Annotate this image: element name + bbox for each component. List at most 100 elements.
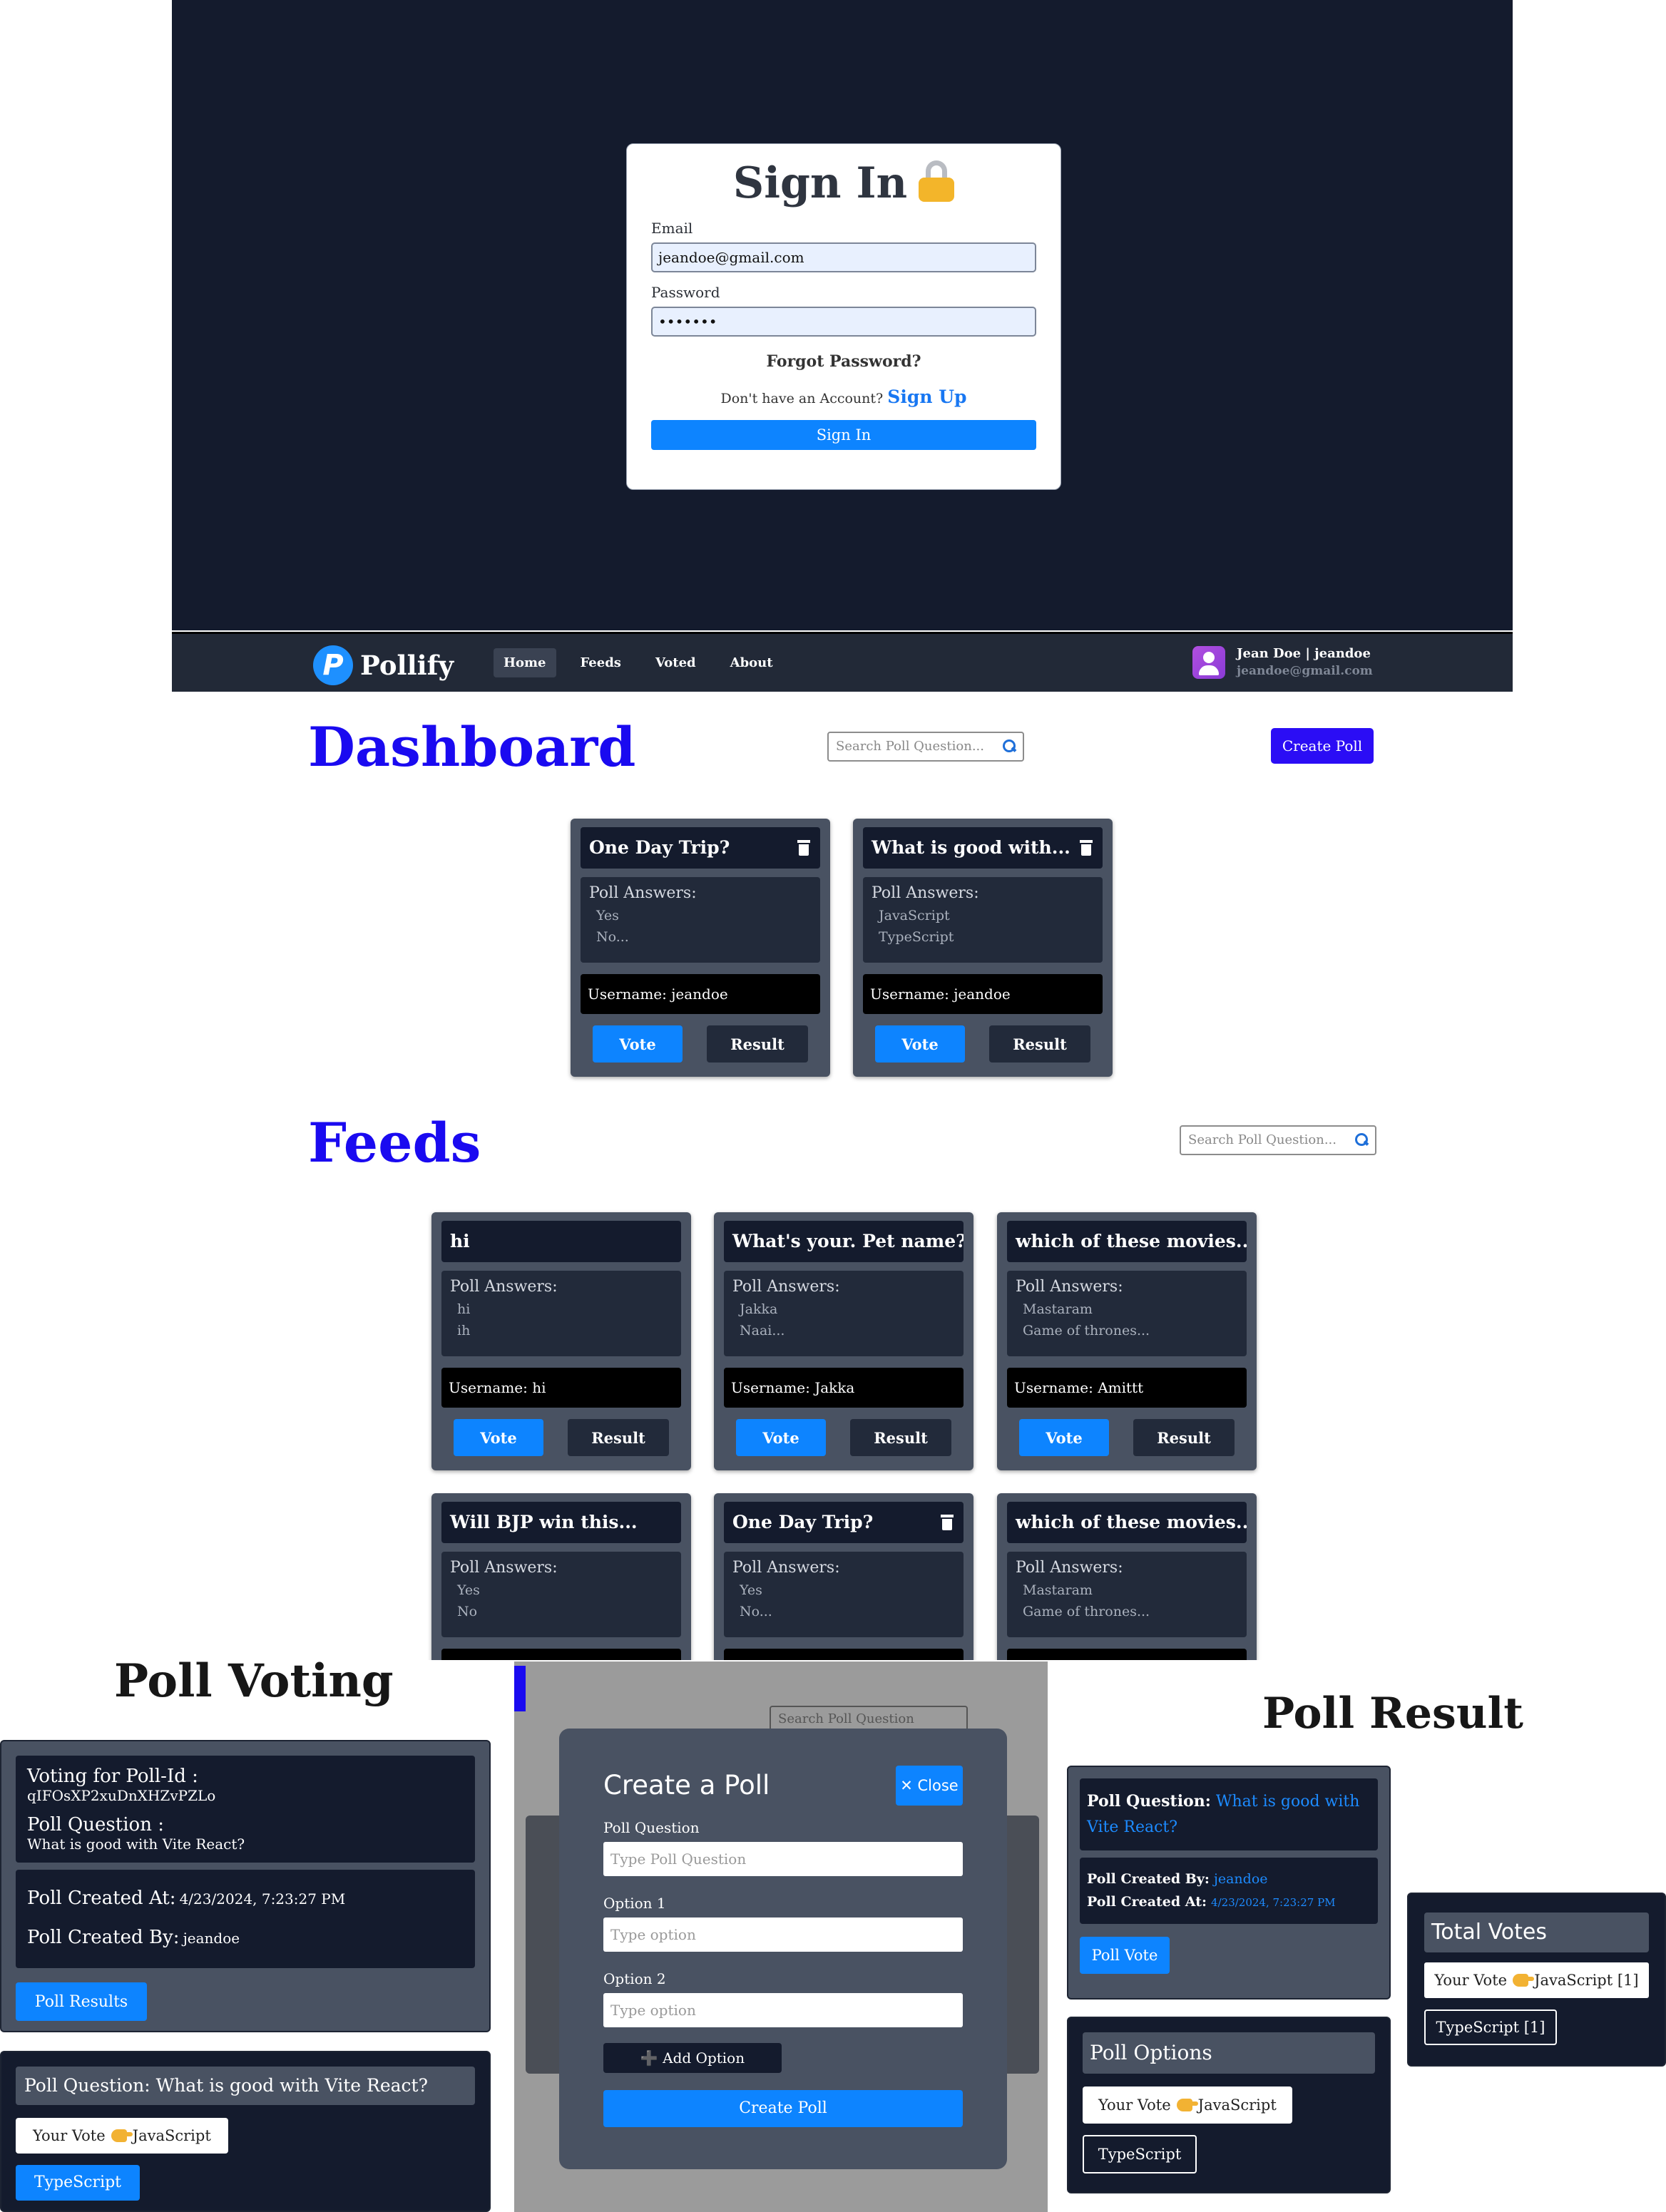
close-button[interactable]: ✕ Close <box>896 1766 963 1806</box>
poll-id-value: qIFOsXP2xuDnXHZvPZLo <box>27 1787 216 1804</box>
nav-links: Home Feeds Voted About <box>494 648 783 677</box>
poll-card-actions: Vote Result <box>581 1025 820 1063</box>
feeds-search-input[interactable]: Search Poll Question... <box>1180 1125 1376 1155</box>
option-1-label: Option 1 <box>603 1895 666 1912</box>
voted-option-label: JavaScript <box>1197 2096 1277 2114</box>
poll-card-header: which of these movies... <box>1007 1502 1247 1543</box>
nav-about[interactable]: About <box>720 648 783 677</box>
add-option-button[interactable]: ➕ Add Option <box>603 2043 782 2073</box>
result-button[interactable]: Result <box>707 1025 808 1063</box>
dashboard-search-input[interactable]: Search Poll Question... <box>827 732 1024 762</box>
nav-voted[interactable]: Voted <box>645 648 706 677</box>
poll-answer: Yes <box>740 1582 762 1598</box>
poll-results-button[interactable]: Poll Results <box>16 1982 147 2021</box>
poll-answers: Poll Answers: Yes No <box>441 1552 681 1637</box>
option-button[interactable]: TypeScript <box>1083 2135 1197 2173</box>
navbar: P Pollify Home Feeds Voted About Jean Do… <box>172 632 1513 692</box>
poll-answers-title: Poll Answers: <box>589 884 697 902</box>
poll-username: Username: Jakka <box>724 1368 964 1408</box>
poll-answer: No... <box>596 929 629 945</box>
feeds-row-2: Will BJP win this... Poll Answers: Yes N… <box>0 1493 1666 1660</box>
poll-card-actions: Vote Result <box>1007 1419 1247 1456</box>
created-by-value: jeandoe <box>183 1930 240 1947</box>
forgot-password-link[interactable]: Forgot Password? <box>651 352 1036 371</box>
option-2-input[interactable]: Type option <box>603 1993 963 2027</box>
voted-option[interactable]: Your Vote JavaScript <box>16 2118 228 2154</box>
nav-home[interactable]: Home <box>494 648 556 677</box>
poll-card: which of these movies... Poll Answers: M… <box>997 1493 1257 1660</box>
vote-button[interactable]: Vote <box>1019 1419 1109 1456</box>
your-vote-label: Your Vote <box>1434 1972 1508 1989</box>
vote-button[interactable]: Vote <box>454 1419 543 1456</box>
signin-button[interactable]: Sign In <box>651 420 1036 450</box>
pollify-logo-icon: P <box>313 645 353 685</box>
vote-count: TypeScript [1] <box>1424 2009 1557 2045</box>
created-by-label: Poll Created By: <box>27 1927 180 1948</box>
poll-card-header: One Day Trip? <box>581 827 820 869</box>
pointing-hand-icon <box>1513 1974 1535 1987</box>
search-placeholder: Search Poll Question... <box>1188 1132 1337 1147</box>
signup-link[interactable]: Sign Up <box>887 386 966 407</box>
vote-count-label: JavaScript [1] <box>1534 1972 1639 1989</box>
poll-question-strip: Poll Question: What is good with Vite Re… <box>16 2067 475 2105</box>
poll-username: Username: hi <box>441 1368 681 1408</box>
poll-question: What is good with... <box>872 837 1070 858</box>
user-menu[interactable]: Jean Doe | jeandoe jeandoe@gmail.com <box>1192 645 1373 680</box>
poll-answers: Poll Answers: Jakka Naai... <box>724 1271 964 1356</box>
user-email: jeandoe@gmail.com <box>1237 664 1373 678</box>
vote-option-button[interactable]: TypeScript <box>16 2165 140 2201</box>
result-button[interactable]: Result <box>1133 1419 1235 1456</box>
poll-answer: JavaScript <box>879 908 950 923</box>
poll-answer: hi <box>457 1301 471 1317</box>
email-field[interactable]: jeandoe@gmail.com <box>651 242 1036 272</box>
poll-question-input[interactable]: Type Poll Question <box>603 1842 963 1876</box>
poll-card: One Day Trip? Poll Answers: Yes No... Us… <box>571 819 830 1077</box>
poll-answers-title: Poll Answers: <box>732 1278 840 1296</box>
result-button[interactable]: Result <box>568 1419 669 1456</box>
poll-voting-title: Poll Voting <box>114 1654 394 1708</box>
result-button[interactable]: Result <box>989 1025 1090 1063</box>
brand-logo[interactable]: P Pollify <box>313 645 454 685</box>
poll-card-header: hi <box>441 1221 681 1262</box>
poll-vote-button[interactable]: Poll Vote <box>1080 1937 1170 1974</box>
no-account-text: Don't have an Account? <box>720 391 884 406</box>
trash-icon[interactable] <box>1080 840 1093 856</box>
password-label: Password <box>651 284 720 301</box>
poll-answer: Game of thrones... <box>1023 1604 1150 1619</box>
poll-options-panel: Poll Options Your Vote JavaScript TypeScr… <box>1067 2017 1391 2193</box>
poll-card-header: What is good with... <box>863 827 1103 869</box>
poll-card: What's your. Pet name? Poll Answers: Jak… <box>714 1212 973 1470</box>
nav-feeds[interactable]: Feeds <box>571 648 631 677</box>
total-votes-title: Total Votes <box>1424 1913 1649 1952</box>
poll-answers-title: Poll Answers: <box>732 1559 840 1577</box>
poll-answers: Poll Answers: Mastaram Game of thrones..… <box>1007 1552 1247 1637</box>
search-icon <box>1355 1133 1368 1146</box>
result-meta-box: Poll Created By: jeandoe Poll Created At… <box>1080 1858 1378 1924</box>
option-1-input[interactable]: Type option <box>603 1917 963 1952</box>
poll-card: which of these movies... Poll Answers: M… <box>997 1212 1257 1470</box>
your-vote-label: Your Vote <box>33 2127 106 2144</box>
poll-question: One Day Trip? <box>732 1512 874 1532</box>
poll-answers-title: Poll Answers: <box>872 884 979 902</box>
create-poll-button[interactable]: Create Poll <box>1271 728 1374 764</box>
vote-button[interactable]: Vote <box>875 1025 965 1063</box>
poll-card-actions: Vote Result <box>724 1419 964 1456</box>
poll-info-box: Voting for Poll-Id : qIFOsXP2xuDnXHZvPZL… <box>16 1756 475 1863</box>
modal-create-poll-button[interactable]: Create Poll <box>603 2090 963 2127</box>
vote-button[interactable]: Vote <box>736 1419 826 1456</box>
vote-button[interactable]: Vote <box>593 1025 683 1063</box>
voted-option-label: JavaScript <box>132 2127 211 2144</box>
result-created-by-label: Poll Created By: <box>1087 1871 1210 1887</box>
poll-answers-title: Poll Answers: <box>450 1278 558 1296</box>
result-button[interactable]: Result <box>850 1419 951 1456</box>
trash-icon[interactable] <box>941 1515 954 1530</box>
user-info: Jean Doe | jeandoe jeandoe@gmail.com <box>1225 645 1373 680</box>
password-field[interactable]: ••••••• <box>651 307 1036 337</box>
result-created-at-label: Poll Created At: <box>1087 1894 1207 1910</box>
poll-card: One Day Trip? Poll Answers: Yes No... <box>714 1493 973 1660</box>
trash-icon[interactable] <box>797 840 810 856</box>
poll-answer: Mastaram <box>1023 1582 1093 1598</box>
voted-option[interactable]: Your Vote JavaScript <box>1083 2086 1292 2124</box>
poll-card: hi Poll Answers: hi ih Username: hi Vote… <box>431 1212 691 1470</box>
poll-options-title: Poll Options <box>1083 2032 1375 2074</box>
